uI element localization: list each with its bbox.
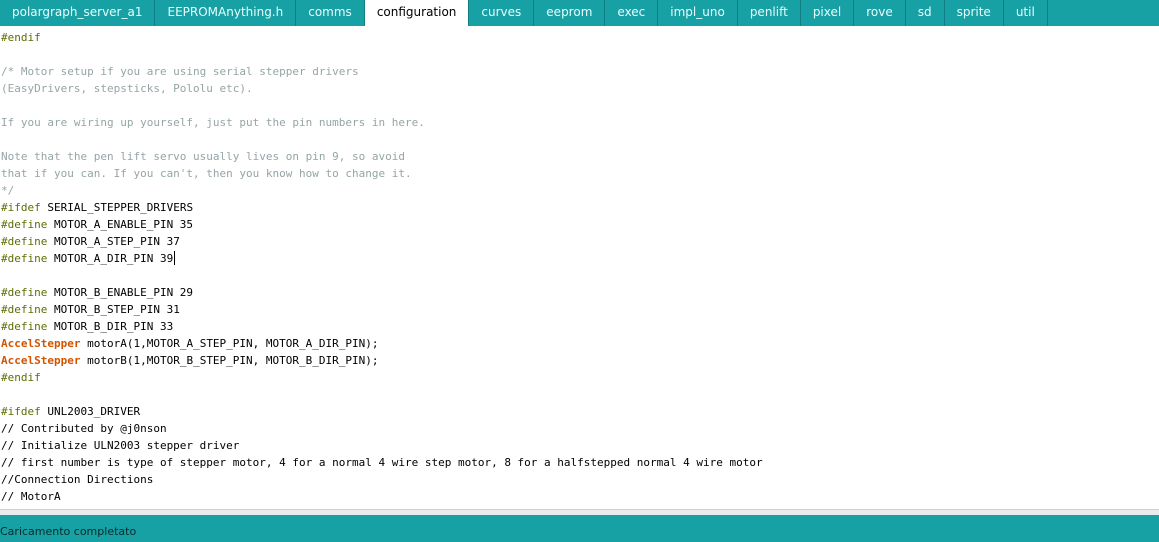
tab-exec[interactable]: exec: [605, 0, 659, 26]
code-line[interactable]: AccelStepper motorB(1,MOTOR_B_STEP_PIN, …: [1, 352, 1159, 369]
code-token-plain: // MotorA: [1, 490, 61, 503]
code-line[interactable]: // MotorA: [1, 488, 1159, 505]
code-line[interactable]: If you are wiring up yourself, just put …: [1, 114, 1159, 131]
code-token-preproc: #ifdef: [1, 201, 41, 214]
tab-sd[interactable]: sd: [905, 0, 945, 26]
code-line[interactable]: Note that the pen lift servo usually liv…: [1, 148, 1159, 165]
tab-comms[interactable]: comms: [296, 0, 365, 26]
code-token-plain: motorA(1,MOTOR_A_STEP_PIN, MOTOR_A_DIR_P…: [80, 337, 379, 350]
tab-eepromanything-h[interactable]: EEPROMAnything.h: [155, 0, 297, 26]
code-line[interactable]: #define MOTOR_B_STEP_PIN 31: [1, 301, 1159, 318]
code-token-type: AccelStepper: [1, 337, 81, 350]
code-token-comment: (EasyDrivers, stepsticks, Pololu etc).: [1, 82, 253, 95]
code-line[interactable]: // first number is type of stepper motor…: [1, 454, 1159, 471]
code-token-preproc: #define: [1, 320, 48, 333]
code-line[interactable]: AccelStepper motorA(1,MOTOR_A_STEP_PIN, …: [1, 335, 1159, 352]
tab-rove[interactable]: rove: [854, 0, 906, 26]
code-line[interactable]: // Initialize ULN2003 stepper driver: [1, 437, 1159, 454]
code-token-plain: MOTOR_A_DIR_PIN 39: [47, 252, 174, 265]
code-line[interactable]: that if you can. If you can't, then you …: [1, 165, 1159, 182]
tab-eeprom[interactable]: eeprom: [534, 0, 606, 26]
code-line[interactable]: #define MOTOR_A_ENABLE_PIN 35: [1, 216, 1159, 233]
code-token-plain: //Connection Directions: [1, 473, 154, 486]
code-token-preproc: #define: [1, 286, 48, 299]
code-token-preproc: #ifdef: [1, 405, 41, 418]
code-line[interactable]: #ifdef SERIAL_STEPPER_DRIVERS: [1, 199, 1159, 216]
code-line[interactable]: //Connection Directions: [1, 471, 1159, 488]
code-token-plain: MOTOR_B_ENABLE_PIN 29: [47, 286, 194, 299]
code-token-plain: MOTOR_B_DIR_PIN 33: [47, 320, 174, 333]
code-line[interactable]: #endif: [1, 369, 1159, 386]
code-token-preproc: #define: [1, 218, 48, 231]
code-line[interactable]: // Contributed by @j0nson: [1, 420, 1159, 437]
code-token-plain: UNL2003_DRIVER: [40, 405, 141, 418]
code-token-plain: MOTOR_A_STEP_PIN 37: [47, 235, 180, 248]
tab-curves[interactable]: curves: [469, 0, 535, 26]
code-token-comment: If you are wiring up yourself, just put …: [1, 116, 425, 129]
code-line[interactable]: #define MOTOR_A_DIR_PIN 39: [1, 250, 1159, 267]
code-token-preproc: #define: [1, 235, 48, 248]
code-line[interactable]: [1, 386, 1159, 403]
file-tab-bar: polargraph_server_a1 EEPROMAnything.h comm…: [0, 0, 1159, 26]
ide-window: polargraph_server_a1 EEPROMAnything.h comm…: [0, 0, 1159, 542]
text-caret: [174, 251, 176, 265]
tab-penlift[interactable]: penlift: [737, 0, 801, 26]
code-token-comment: */: [1, 184, 15, 197]
code-line[interactable]: [1, 267, 1159, 284]
code-token-preproc: #define: [1, 303, 48, 316]
code-line[interactable]: [1, 46, 1159, 63]
code-line[interactable]: */: [1, 182, 1159, 199]
tab-sprite[interactable]: sprite: [944, 0, 1004, 26]
code-token-comment: that if you can. If you can't, then you …: [1, 167, 412, 180]
code-line[interactable]: #ifdef UNL2003_DRIVER: [1, 403, 1159, 420]
code-token-preproc: #endif: [1, 371, 41, 384]
tab-impl-uno[interactable]: impl_uno: [658, 0, 738, 26]
code-line[interactable]: #define MOTOR_B_ENABLE_PIN 29: [1, 284, 1159, 301]
code-line[interactable]: (EasyDrivers, stepsticks, Pololu etc).: [1, 80, 1159, 97]
code-token-plain: SERIAL_STEPPER_DRIVERS: [40, 201, 194, 214]
tab-util[interactable]: util: [1003, 0, 1048, 26]
code-line[interactable]: #define MOTOR_A_STEP_PIN 37: [1, 233, 1159, 250]
code-line[interactable]: [1, 97, 1159, 114]
code-token-comment: /* Motor setup if you are using serial s…: [1, 65, 359, 78]
code-token-type: AccelStepper: [1, 354, 81, 367]
code-token-preproc: #endif: [1, 31, 41, 44]
code-token-plain: // Initialize ULN2003 stepper driver: [1, 439, 240, 452]
code-line[interactable]: [1, 131, 1159, 148]
status-message: Caricamento completato: [0, 525, 137, 538]
tab-polargraph-server-a1[interactable]: polargraph_server_a1: [0, 0, 156, 26]
code-editor[interactable]: #endif /* Motor setup if you are using s…: [0, 26, 1159, 509]
code-line[interactable]: #endif: [1, 29, 1159, 46]
tab-pixel[interactable]: pixel: [800, 0, 855, 26]
code-token-preproc: #define: [1, 252, 48, 265]
code-line[interactable]: #define MOTOR_B_DIR_PIN 33: [1, 318, 1159, 335]
code-token-plain: // Contributed by @j0nson: [1, 422, 167, 435]
code-token-plain: MOTOR_A_ENABLE_PIN 35: [47, 218, 194, 231]
code-token-plain: motorB(1,MOTOR_B_STEP_PIN, MOTOR_B_DIR_P…: [80, 354, 379, 367]
code-token-comment: Note that the pen lift servo usually liv…: [1, 150, 405, 163]
tab-configuration[interactable]: configuration: [364, 0, 470, 26]
status-bar: Caricamento completato: [0, 515, 1159, 542]
code-text[interactable]: #endif /* Motor setup if you are using s…: [0, 26, 1159, 505]
code-line[interactable]: /* Motor setup if you are using serial s…: [1, 63, 1159, 80]
code-token-plain: // first number is type of stepper motor…: [1, 456, 763, 469]
code-token-plain: MOTOR_B_STEP_PIN 31: [47, 303, 180, 316]
